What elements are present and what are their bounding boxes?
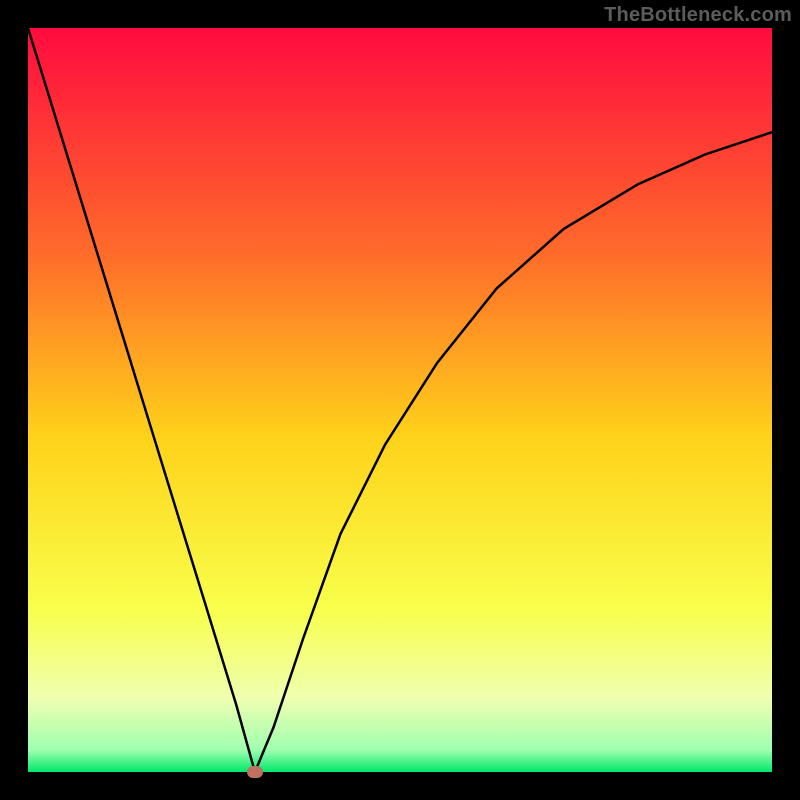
bottleneck-curve — [28, 28, 772, 772]
minimum-marker — [247, 766, 263, 778]
curve-svg — [28, 28, 772, 772]
watermark-text: TheBottleneck.com — [604, 4, 792, 27]
plot-area — [28, 28, 772, 772]
chart-frame: TheBottleneck.com — [0, 0, 800, 800]
